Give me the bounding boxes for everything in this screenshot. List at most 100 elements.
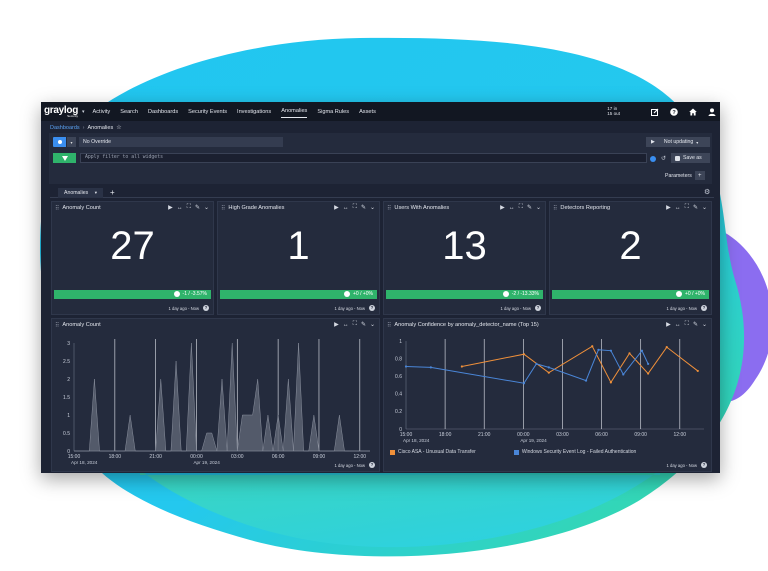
drag-handle-icon[interactable]: ⠿ xyxy=(55,205,60,212)
chevron-down-icon[interactable]: ⌄ xyxy=(370,321,375,328)
favorite-star-icon[interactable]: ☆ xyxy=(116,124,121,131)
expand-horizontal-icon[interactable]: ↔ xyxy=(177,205,183,211)
play-icon[interactable]: ▶ xyxy=(500,204,505,211)
nav-item-investigations[interactable]: Investigations xyxy=(237,106,271,118)
chevron-down-icon[interactable]: ▾ xyxy=(67,137,76,147)
drag-handle-icon[interactable]: ⠿ xyxy=(387,205,392,212)
trend-value: +0 / +0% xyxy=(352,291,373,297)
query-input[interactable]: Apply filter to all widgets xyxy=(80,153,647,163)
logo-subtext: Security xyxy=(67,113,78,118)
help-icon[interactable]: ? xyxy=(203,305,209,311)
widget-title: High Grade Anomalies xyxy=(228,205,285,211)
chevron-down-icon[interactable]: ⌄ xyxy=(370,204,375,211)
edit-icon[interactable]: ✎ xyxy=(361,204,366,211)
timerange-override[interactable]: No Override xyxy=(79,137,283,147)
home-icon[interactable] xyxy=(688,107,697,116)
breadcrumb-current: Anomalies xyxy=(87,124,114,131)
expand-horizontal-icon[interactable]: ↔ xyxy=(343,322,349,328)
line-chart[interactable]: 00.20.40.60.8115:00Apr 18, 202418:00 21:0… xyxy=(384,331,711,451)
tab-anomalies[interactable]: Anomalies ▾ xyxy=(58,188,103,198)
drag-handle-icon[interactable]: ⠿ xyxy=(221,205,226,212)
throughput-indicator[interactable]: 17 in 15 out xyxy=(607,106,620,117)
play-icon[interactable]: ▶ xyxy=(334,204,339,211)
stream-icon[interactable] xyxy=(53,137,66,147)
help-icon[interactable]: ? xyxy=(669,107,678,116)
chevron-down-icon[interactable]: ▾ xyxy=(95,190,97,195)
save-as-label: Save as xyxy=(683,155,702,161)
logo-caret-icon[interactable]: ▾ xyxy=(82,109,85,115)
legend-swatch-orange xyxy=(390,449,395,455)
play-icon[interactable]: ▶ xyxy=(168,204,173,211)
nav-item-anomalies[interactable]: Anomalies xyxy=(281,105,308,118)
x-tick-label: 21:00 xyxy=(478,432,491,438)
nav-item-activity[interactable]: Activity xyxy=(93,106,111,118)
help-icon[interactable]: ? xyxy=(535,305,541,311)
edit-icon[interactable]: ✎ xyxy=(693,204,698,211)
widget-actions: ▶ ↔ ⛶ ✎ ⌄ xyxy=(662,321,707,328)
nav-item-security-events[interactable]: Security Events xyxy=(188,106,227,118)
nav-item-sigma-rules[interactable]: Sigma Rules xyxy=(317,106,349,118)
play-icon[interactable]: ▶ xyxy=(666,204,671,211)
chevron-down-icon[interactable]: ⌄ xyxy=(536,204,541,211)
expand-horizontal-icon[interactable]: ↔ xyxy=(675,322,681,328)
fullscreen-icon[interactable]: ⛶ xyxy=(353,204,357,211)
query-info-icon[interactable] xyxy=(650,156,656,162)
nav-item-search[interactable]: Search xyxy=(120,106,138,118)
stat-value: 27 xyxy=(110,224,155,268)
edit-icon[interactable]: ✎ xyxy=(195,204,200,211)
legend-item-cisco[interactable]: Cisco ASA - Unusual Data Transfer xyxy=(398,449,476,455)
fullscreen-icon[interactable]: ⛶ xyxy=(519,204,523,211)
area-chart[interactable]: 00.511.522.5315:00Apr 18, 202418:00 21:00… xyxy=(52,331,379,471)
chevron-down-icon[interactable]: ⌄ xyxy=(702,204,707,211)
expand-horizontal-icon[interactable]: ↔ xyxy=(675,205,681,211)
gear-icon[interactable]: ⚙ xyxy=(704,188,710,196)
fullscreen-icon[interactable]: ⛶ xyxy=(187,204,191,211)
history-icon[interactable]: ↺ xyxy=(661,155,666,162)
nav-item-dashboards[interactable]: Dashboards xyxy=(148,106,178,118)
edit-icon[interactable]: ✎ xyxy=(361,321,366,328)
chevron-down-icon[interactable]: ⌄ xyxy=(204,204,209,211)
fullscreen-icon[interactable]: ⛶ xyxy=(353,321,357,328)
add-parameter-button[interactable]: + xyxy=(694,171,705,180)
widget-footer: 1 day ago - Now? xyxy=(335,305,375,311)
chevron-down-icon[interactable]: ⌄ xyxy=(702,321,707,328)
widget-anomaly-count-chart: ⠿ Anomaly Count ▶ ↔ ⛶ ✎ ⌄ 0 0.5 1 1.5 2 2.5 3 1… xyxy=(51,318,380,472)
data-point xyxy=(591,345,594,348)
edit-icon[interactable]: ✎ xyxy=(693,321,698,328)
add-tab-button[interactable]: + xyxy=(110,188,115,197)
help-icon[interactable]: ? xyxy=(701,305,707,311)
widget-header: ⠿ Anomaly Count ▶ ↔ ⛶ ✎ ⌄ xyxy=(52,202,213,214)
user-icon[interactable] xyxy=(707,107,716,116)
x-tick-label: 09:00 xyxy=(313,454,326,460)
widget-users-with-anomalies: ⠿ Users With Anomalies ▶ ↔ ⛶ ✎ ⌄ 13 -2 /… xyxy=(383,201,546,315)
trend-bar: +0 / +0% xyxy=(552,290,709,299)
help-icon[interactable]: ? xyxy=(369,462,375,468)
navbar-right: 17 in 15 out ? xyxy=(607,102,716,121)
drag-handle-icon[interactable]: ⠿ xyxy=(55,322,60,329)
fullscreen-icon[interactable]: ⛶ xyxy=(685,204,689,211)
legend-item-windows[interactable]: Windows Security Event Log - Failed Auth… xyxy=(522,449,637,455)
widget-header: ⠿ Users With Anomalies ▶ ↔ ⛶ ✎ ⌄ xyxy=(384,202,545,214)
help-icon[interactable]: ? xyxy=(701,462,707,468)
filter-button[interactable] xyxy=(53,153,76,163)
help-icon[interactable]: ? xyxy=(369,305,375,311)
trend-icon xyxy=(502,291,509,297)
drag-handle-icon[interactable]: ⠿ xyxy=(387,322,392,329)
edit-icon[interactable] xyxy=(650,107,659,116)
breadcrumb-dashboards[interactable]: Dashboards xyxy=(50,125,80,131)
drag-handle-icon[interactable]: ⠿ xyxy=(553,205,558,212)
nav-item-assets[interactable]: Assets xyxy=(359,106,376,118)
widget-header: ⠿ High Grade Anomalies ▶ ↔ ⛶ ✎ ⌄ xyxy=(218,202,379,214)
line-series-cisco xyxy=(461,345,699,384)
stream-selector[interactable]: ▾ xyxy=(53,137,76,147)
play-icon[interactable]: ▶ xyxy=(334,321,339,328)
refresh-toggle[interactable]: ▶ Not updating ▾ xyxy=(646,137,710,147)
save-as-button[interactable]: Save as xyxy=(671,153,710,163)
expand-horizontal-icon[interactable]: ↔ xyxy=(343,205,349,211)
play-icon[interactable]: ▶ xyxy=(666,321,671,328)
y-tick-label: 2.5 xyxy=(63,359,70,365)
expand-horizontal-icon[interactable]: ↔ xyxy=(509,205,515,211)
fullscreen-icon[interactable]: ⛶ xyxy=(685,321,689,328)
edit-icon[interactable]: ✎ xyxy=(527,204,532,211)
graylog-logo[interactable]: graylog Security xyxy=(44,105,80,118)
